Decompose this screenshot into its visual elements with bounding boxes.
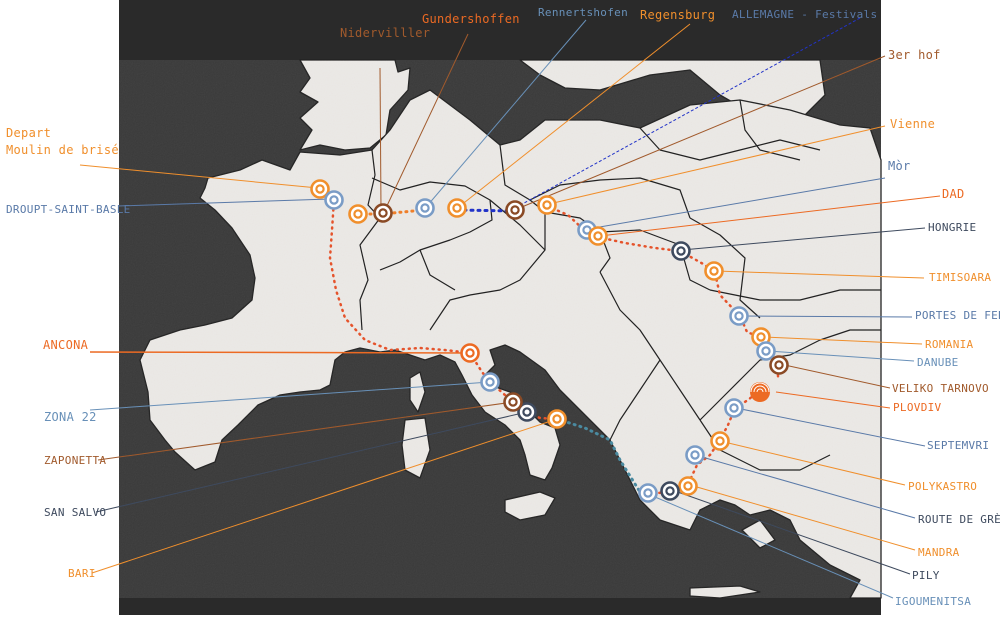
label-regensburg: Regensburg	[640, 8, 716, 22]
label-3er-hof: 3er hof	[888, 48, 941, 62]
label-ancona: ANCONA	[43, 338, 89, 352]
stop-marker-pily	[660, 481, 680, 501]
label-portes-de-fer: PORTES DE FER	[915, 309, 1000, 322]
label-dad: DAD	[942, 187, 965, 201]
stop-marker-nidervilller	[373, 203, 393, 223]
label-septemvri: SEPTEMVRI	[927, 439, 990, 452]
stop-marker-dad	[588, 226, 608, 246]
festival-marker-icon	[750, 382, 770, 402]
label-gundershoffen: Gundershoffen	[422, 12, 520, 26]
label-route-de-grece: ROUTE DE GRÈCE	[918, 513, 1000, 526]
label-bari: BARI	[68, 567, 96, 580]
label-timisoara: TIMISOARA	[929, 271, 992, 284]
stop-marker-polykastro	[710, 431, 730, 451]
stop-marker-vienne	[537, 195, 557, 215]
stop-marker-hongrie	[671, 241, 691, 261]
label-vienne: Vienne	[890, 117, 936, 131]
stop-marker-timisoara	[704, 261, 724, 281]
stop-marker-danube	[756, 341, 776, 361]
stop-marker-portes-de-fer	[729, 306, 749, 326]
label-danube: DANUBE	[917, 356, 959, 369]
label-droupt: DROUPT-SAINT-BASLE	[6, 203, 131, 216]
label-allemagne: ALLEMAGNE - Festivals	[732, 8, 878, 21]
label-depart: Depart Moulin de brisé	[6, 126, 119, 157]
label-pily: PILY	[912, 569, 940, 582]
stop-marker-veliko-tarnovo	[769, 355, 789, 375]
label-romania: ROMANIA	[925, 338, 974, 351]
stop-marker-regensburg	[447, 198, 467, 218]
stop-marker-3er-hof	[505, 200, 525, 220]
label-hongrie: HONGRIE	[928, 221, 977, 234]
stop-marker-ancona	[460, 343, 480, 363]
stop-marker-zaponetta	[503, 392, 523, 412]
label-zaponetta: ZAPONETTA	[44, 454, 107, 467]
stop-marker-mandra	[678, 476, 698, 496]
stop-marker-gundershoffen	[348, 204, 368, 224]
label-zona-22: ZONA 22	[44, 410, 97, 424]
label-san-salvo: SAN SALVO	[44, 506, 107, 519]
route-map: Depart Moulin de brisé DROUPT-SAINT-BASL…	[0, 0, 1000, 615]
stop-marker-route-de-gr-ce	[685, 445, 705, 465]
label-igoumenitsa: IGOUMENITSA	[895, 595, 972, 608]
stop-marker-droupt-saint-basle	[324, 190, 344, 210]
stop-marker-septemvri	[724, 398, 744, 418]
label-rennertshofen: Rennertshofen	[538, 6, 628, 19]
stop-marker-bari	[547, 409, 567, 429]
label-niderviller: Nidervilller	[340, 26, 431, 40]
stop-marker-rennertshofen	[415, 198, 435, 218]
label-veliko-tarnovo: VELIKO TARNOVO	[892, 382, 989, 395]
stop-marker-zona-22	[480, 372, 500, 392]
europe-map-svg	[79, 0, 941, 615]
label-mor: Mòr	[888, 159, 911, 173]
label-mandra: MANDRA	[918, 546, 960, 559]
label-plovdiv: PLOVDIV	[893, 401, 942, 414]
label-polykastro: POLYKASTRO	[908, 480, 978, 493]
stop-marker-igoumenitsa	[638, 483, 658, 503]
